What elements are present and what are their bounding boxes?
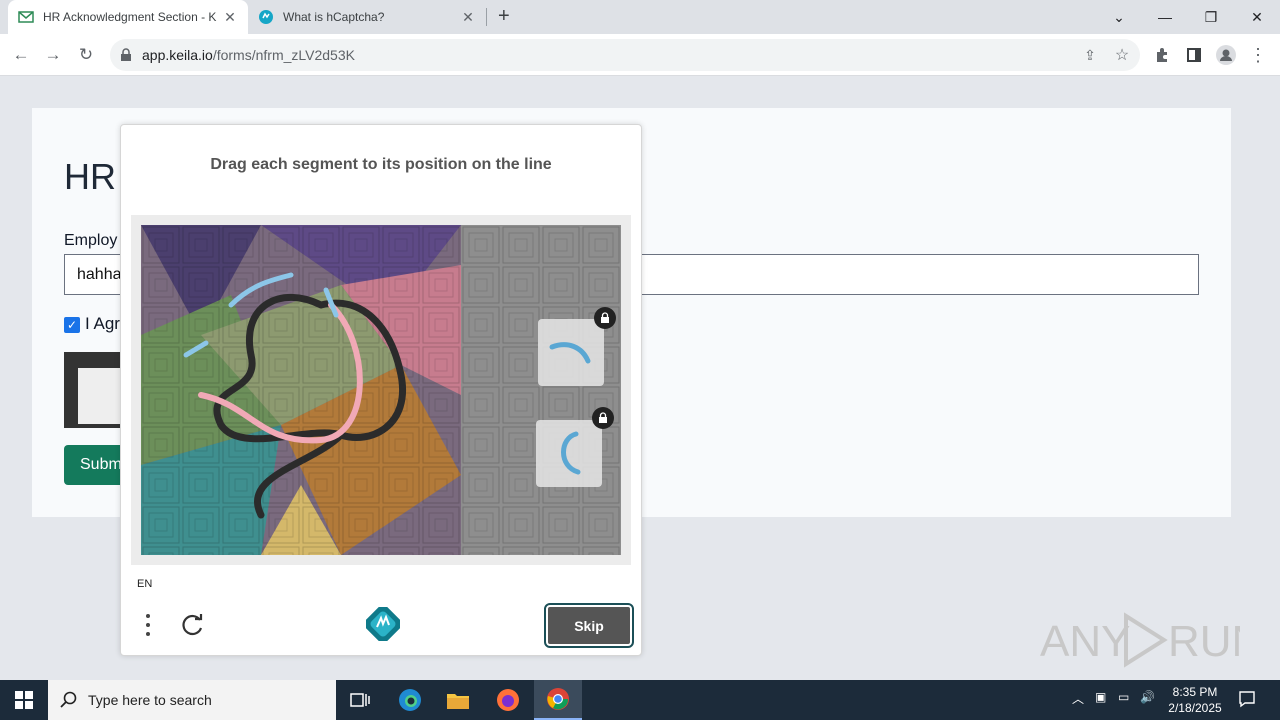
agree-checkbox[interactable]: ✓: [64, 317, 80, 333]
meet-now-icon[interactable]: ▣: [1095, 690, 1106, 704]
share-icon[interactable]: ⇪: [1077, 42, 1103, 68]
watermark-any: ANY: [1040, 617, 1130, 666]
agree-label: I Agr: [85, 314, 120, 333]
taskbar-search-box[interactable]: Type here to search: [48, 680, 336, 720]
skip-button[interactable]: Skip: [544, 603, 634, 648]
windows-start-icon[interactable]: [0, 680, 48, 720]
extensions-icon[interactable]: [1149, 42, 1175, 68]
reload-icon[interactable]: ↻: [73, 42, 99, 68]
bookmark-star-icon[interactable]: ☆: [1109, 42, 1135, 68]
hcaptcha-icon: [258, 9, 274, 25]
edge-icon[interactable]: [386, 680, 434, 720]
more-options-icon[interactable]: [140, 612, 156, 638]
chrome-menu-icon[interactable]: ⋮: [1245, 42, 1271, 68]
tab-hr-acknowledgment[interactable]: HR Acknowledgment Section - K ✕: [8, 0, 248, 34]
clock-date: 2/18/2025: [1168, 701, 1222, 715]
draggable-segment-1[interactable]: [538, 319, 604, 386]
task-view-icon[interactable]: [336, 680, 384, 720]
signature-preview: [78, 368, 124, 424]
minimize-icon[interactable]: —: [1142, 0, 1188, 34]
tab-divider: [486, 8, 487, 26]
chrome-taskbar-icon[interactable]: [534, 680, 582, 720]
profile-avatar-icon[interactable]: [1213, 42, 1239, 68]
language-selector[interactable]: EN: [137, 578, 152, 590]
new-tab-icon[interactable]: +: [498, 5, 510, 28]
close-icon[interactable]: ✕: [460, 9, 476, 26]
volume-icon[interactable]: 🔊: [1140, 690, 1155, 704]
lock-icon: [120, 48, 132, 67]
challenge-canvas[interactable]: [141, 225, 621, 555]
taskbar-search-placeholder: Type here to search: [88, 692, 212, 708]
draggable-segment-2[interactable]: [536, 420, 602, 487]
employee-label: Employ: [64, 232, 118, 249]
url-host: app.keila.io: [142, 47, 213, 63]
lock-icon: [594, 307, 616, 329]
clock-time: 8:35 PM: [1172, 685, 1218, 699]
file-explorer-icon[interactable]: [434, 680, 482, 720]
back-icon[interactable]: ←: [8, 42, 34, 68]
page-title: HR: [64, 156, 116, 197]
forward-icon[interactable]: →: [40, 42, 66, 68]
watermark-run: RUN: [1168, 617, 1240, 666]
lock-icon: [592, 407, 614, 429]
tray-overflow-icon[interactable]: ︿: [1072, 690, 1084, 707]
close-icon[interactable]: ✕: [222, 9, 238, 26]
firefox-icon[interactable]: [484, 680, 532, 720]
refresh-icon[interactable]: [180, 612, 206, 638]
hcaptcha-logo-icon[interactable]: [364, 605, 402, 643]
network-icon[interactable]: ▭: [1118, 690, 1129, 704]
window-close-icon[interactable]: ✕: [1234, 0, 1280, 34]
restore-icon[interactable]: ❐: [1188, 0, 1234, 34]
tab-what-is-hcaptcha[interactable]: What is hCaptcha? ✕: [248, 0, 486, 34]
challenge-prompt: Drag each segment to its position on the…: [210, 156, 552, 173]
tab-title: HR Acknowledgment Section - K: [43, 10, 217, 24]
anyrun-watermark: ANY RUN: [1040, 610, 1263, 670]
search-icon: [60, 691, 78, 712]
url-text[interactable]: app.keila.io/forms/nfrm_zLV2d53K: [142, 47, 355, 63]
side-panel-icon[interactable]: [1181, 42, 1207, 68]
url-path: /forms/nfrm_zLV2d53K: [212, 47, 355, 63]
notifications-icon[interactable]: [1238, 690, 1256, 713]
tab-search-icon[interactable]: ⌄: [1096, 0, 1142, 34]
mail-icon: [18, 9, 34, 25]
tab-title: What is hCaptcha?: [283, 10, 385, 24]
taskbar-clock[interactable]: 8:35 PM 2/18/2025: [1160, 684, 1230, 716]
